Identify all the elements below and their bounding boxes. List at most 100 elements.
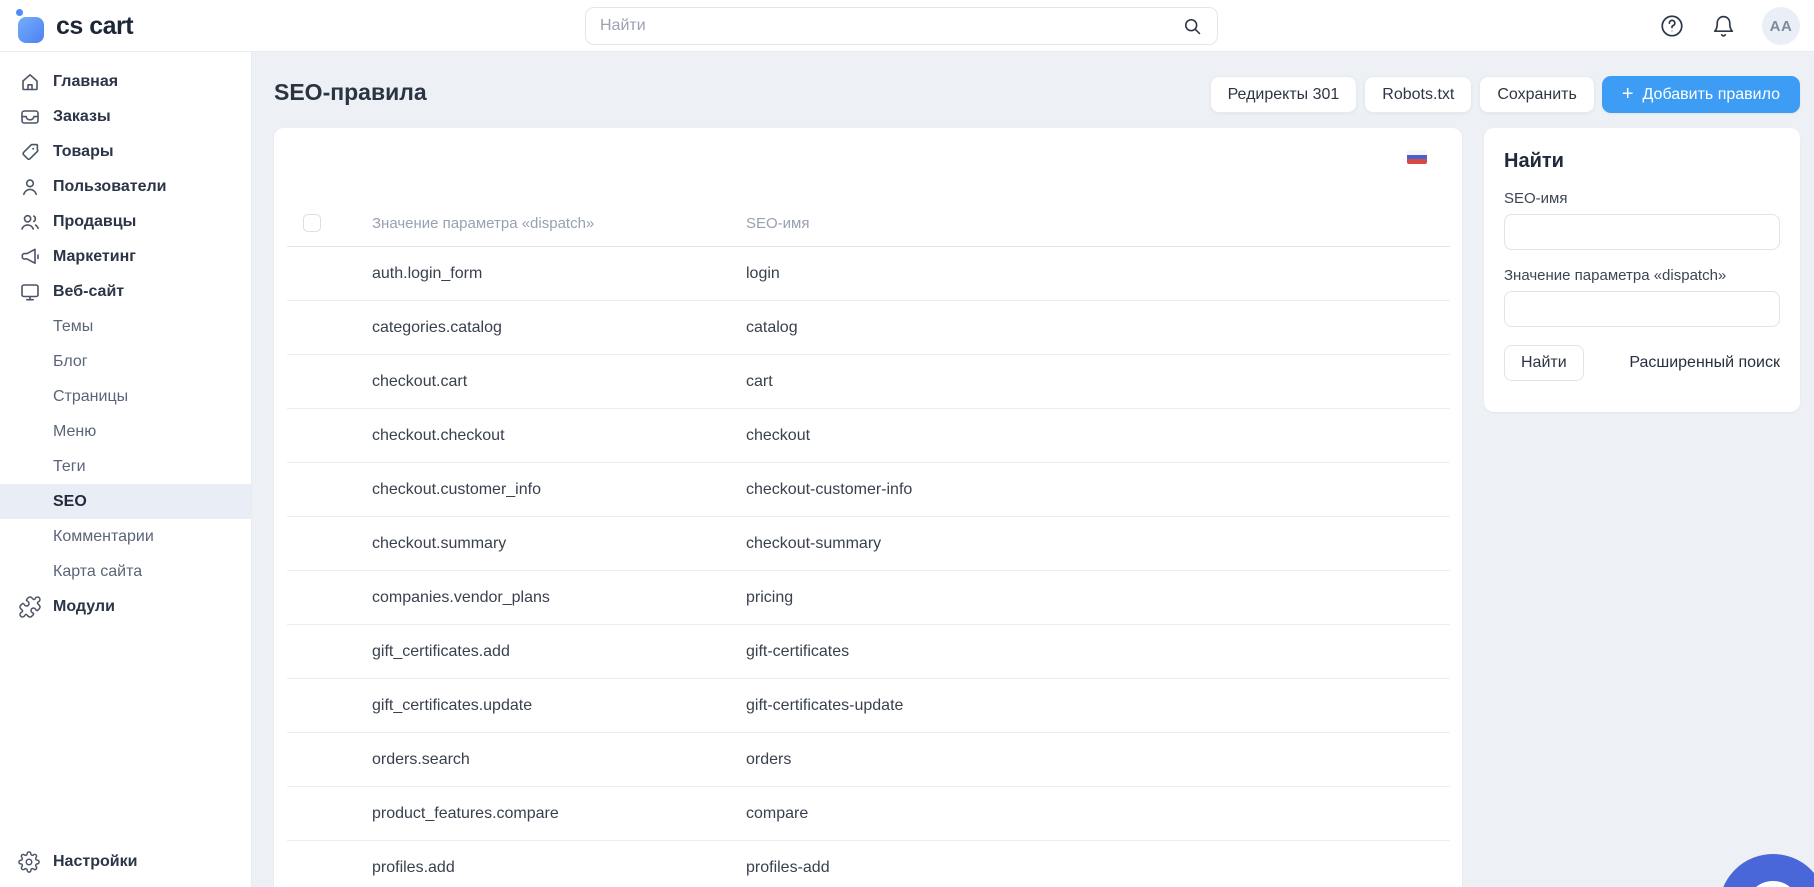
sidebar-item-settings[interactable]: Настройки — [0, 844, 251, 879]
find-button[interactable]: Найти — [1504, 345, 1584, 381]
tag-icon — [18, 140, 42, 164]
dispatch-input[interactable] — [1504, 291, 1780, 327]
home-icon — [18, 70, 42, 94]
page-title: SEO-правила — [274, 79, 427, 106]
cell-dispatch: gift_certificates.update — [372, 697, 746, 715]
cell-seo-name: checkout-summary — [746, 535, 1450, 553]
table-row[interactable]: checkout.summary checkout-summary — [287, 517, 1450, 571]
sidebar-item-label: Настройки — [53, 853, 137, 871]
cell-dispatch: gift_certificates.add — [372, 643, 746, 661]
sidebar-item-label: Товары — [53, 143, 114, 161]
column-header-seo-name: SEO-имя — [746, 215, 1450, 232]
monitor-icon — [18, 280, 42, 304]
search-icon[interactable] — [1182, 16, 1203, 37]
table-row[interactable]: gift_certificates.update gift-certificat… — [287, 679, 1450, 733]
table-row[interactable]: auth.login_form login — [287, 247, 1450, 301]
help-icon[interactable] — [1659, 13, 1685, 39]
add-rule-button[interactable]: + Добавить правило — [1602, 76, 1800, 113]
megaphone-icon — [18, 245, 42, 269]
search-panel-title: Найти — [1504, 150, 1780, 173]
sidebar-item-home[interactable]: Главная — [0, 64, 251, 99]
sidebar-item-themes[interactable]: Темы — [0, 309, 251, 344]
table-row[interactable]: checkout.customer_info checkout-customer… — [287, 463, 1450, 517]
table-row[interactable]: gift_certificates.add gift-certificates — [287, 625, 1450, 679]
cell-seo-name: cart — [746, 373, 1450, 391]
cell-dispatch: auth.login_form — [372, 265, 746, 283]
cell-seo-name: pricing — [746, 589, 1450, 607]
cell-dispatch: checkout.checkout — [372, 427, 746, 445]
logo-text: cs cart — [56, 12, 133, 41]
sidebar-item-vendors[interactable]: Продавцы — [0, 204, 251, 239]
seo-rules-table: Значение параметра «dispatch» SEO-имя au… — [287, 200, 1450, 887]
search-panel: Найти SEO-имя Значение параметра «dispat… — [1484, 128, 1800, 412]
sidebar-item-users[interactable]: Пользователи — [0, 169, 251, 204]
sidebar-item-products[interactable]: Товары — [0, 134, 251, 169]
cell-seo-name: checkout-customer-info — [746, 481, 1450, 499]
table-row[interactable]: product_features.compare compare — [287, 787, 1450, 841]
logo-square — [18, 17, 44, 43]
sidebar: Главная Заказы Товары Пользователи — [0, 52, 252, 887]
table-row[interactable]: orders.search orders — [287, 733, 1450, 787]
top-header: cs cart AA — [0, 0, 1814, 52]
table-row[interactable]: companies.vendor_plans pricing — [287, 571, 1450, 625]
cell-seo-name: gift-certificates — [746, 643, 1450, 661]
column-header-dispatch: Значение параметра «dispatch» — [372, 215, 746, 232]
inbox-icon — [18, 105, 42, 129]
avatar[interactable]: AA — [1762, 7, 1800, 45]
cell-seo-name: gift-certificates-update — [746, 697, 1450, 715]
seo-table-body: auth.login_form login categories.catalog… — [287, 247, 1450, 887]
table-row[interactable]: profiles.add profiles-add — [287, 841, 1450, 887]
sidebar-item-label: Продавцы — [53, 213, 136, 231]
sidebar-item-sitemap[interactable]: Карта сайта — [0, 554, 251, 589]
add-rule-label: Добавить правило — [1643, 86, 1780, 104]
seo-rules-card: Значение параметра «dispatch» SEO-имя au… — [274, 128, 1462, 887]
sidebar-item-website[interactable]: Веб-сайт — [0, 274, 251, 309]
cscart-logo-icon — [16, 9, 46, 43]
sidebar-item-pages[interactable]: Страницы — [0, 379, 251, 414]
page-actions: Редиректы 301 Robots.txt Сохранить + Доб… — [1210, 76, 1800, 113]
users-icon — [18, 210, 42, 234]
cell-dispatch: product_features.compare — [372, 805, 746, 823]
sidebar-item-menu[interactable]: Меню — [0, 414, 251, 449]
gear-icon — [18, 851, 42, 873]
sidebar-item-seo[interactable]: SEO — [0, 484, 251, 519]
table-row[interactable]: categories.catalog catalog — [287, 301, 1450, 355]
table-header-row: Значение параметра «dispatch» SEO-имя — [287, 200, 1450, 247]
cell-dispatch: checkout.customer_info — [372, 481, 746, 499]
sidebar-item-label: Маркетинг — [53, 248, 136, 266]
advanced-search-link[interactable]: Расширенный поиск — [1629, 354, 1780, 372]
redirects-301-button[interactable]: Редиректы 301 — [1210, 76, 1358, 113]
robots-txt-button[interactable]: Robots.txt — [1364, 76, 1472, 113]
plus-icon: + — [1622, 84, 1634, 104]
select-all-checkbox[interactable] — [303, 214, 321, 232]
save-button[interactable]: Сохранить — [1479, 76, 1595, 113]
sidebar-item-label: Пользователи — [53, 178, 166, 196]
seo-name-input[interactable] — [1504, 214, 1780, 250]
table-row[interactable]: checkout.checkout checkout — [287, 409, 1450, 463]
cell-seo-name: catalog — [746, 319, 1450, 337]
user-icon — [18, 175, 42, 199]
cell-dispatch: checkout.cart — [372, 373, 746, 391]
table-row[interactable]: checkout.cart cart — [287, 355, 1450, 409]
cell-seo-name: login — [746, 265, 1450, 283]
seo-name-label: SEO-имя — [1504, 190, 1780, 207]
sidebar-item-modules[interactable]: Модули — [0, 589, 251, 624]
sidebar-item-blog[interactable]: Блог — [0, 344, 251, 379]
global-search-input[interactable] — [586, 17, 1182, 35]
cscart-logo[interactable]: cs cart — [16, 9, 133, 43]
sidebar-item-tags[interactable]: Теги — [0, 449, 251, 484]
russian-flag-icon[interactable] — [1407, 150, 1427, 164]
puzzle-icon — [18, 595, 42, 619]
sidebar-item-orders[interactable]: Заказы — [0, 99, 251, 134]
cell-seo-name: checkout — [746, 427, 1450, 445]
cell-dispatch: categories.catalog — [372, 319, 746, 337]
sidebar-item-comments[interactable]: Комментарии — [0, 519, 251, 554]
cell-seo-name: orders — [746, 751, 1450, 769]
sidebar-item-label: Модули — [53, 598, 115, 616]
cell-dispatch: checkout.summary — [372, 535, 746, 553]
sidebar-item-marketing[interactable]: Маркетинг — [0, 239, 251, 274]
main-content: SEO-правила Редиректы 301 Robots.txt Сох… — [252, 52, 1814, 887]
cell-seo-name: profiles-add — [746, 859, 1450, 877]
notifications-bell-icon[interactable] — [1711, 14, 1736, 39]
cell-dispatch: companies.vendor_plans — [372, 589, 746, 607]
